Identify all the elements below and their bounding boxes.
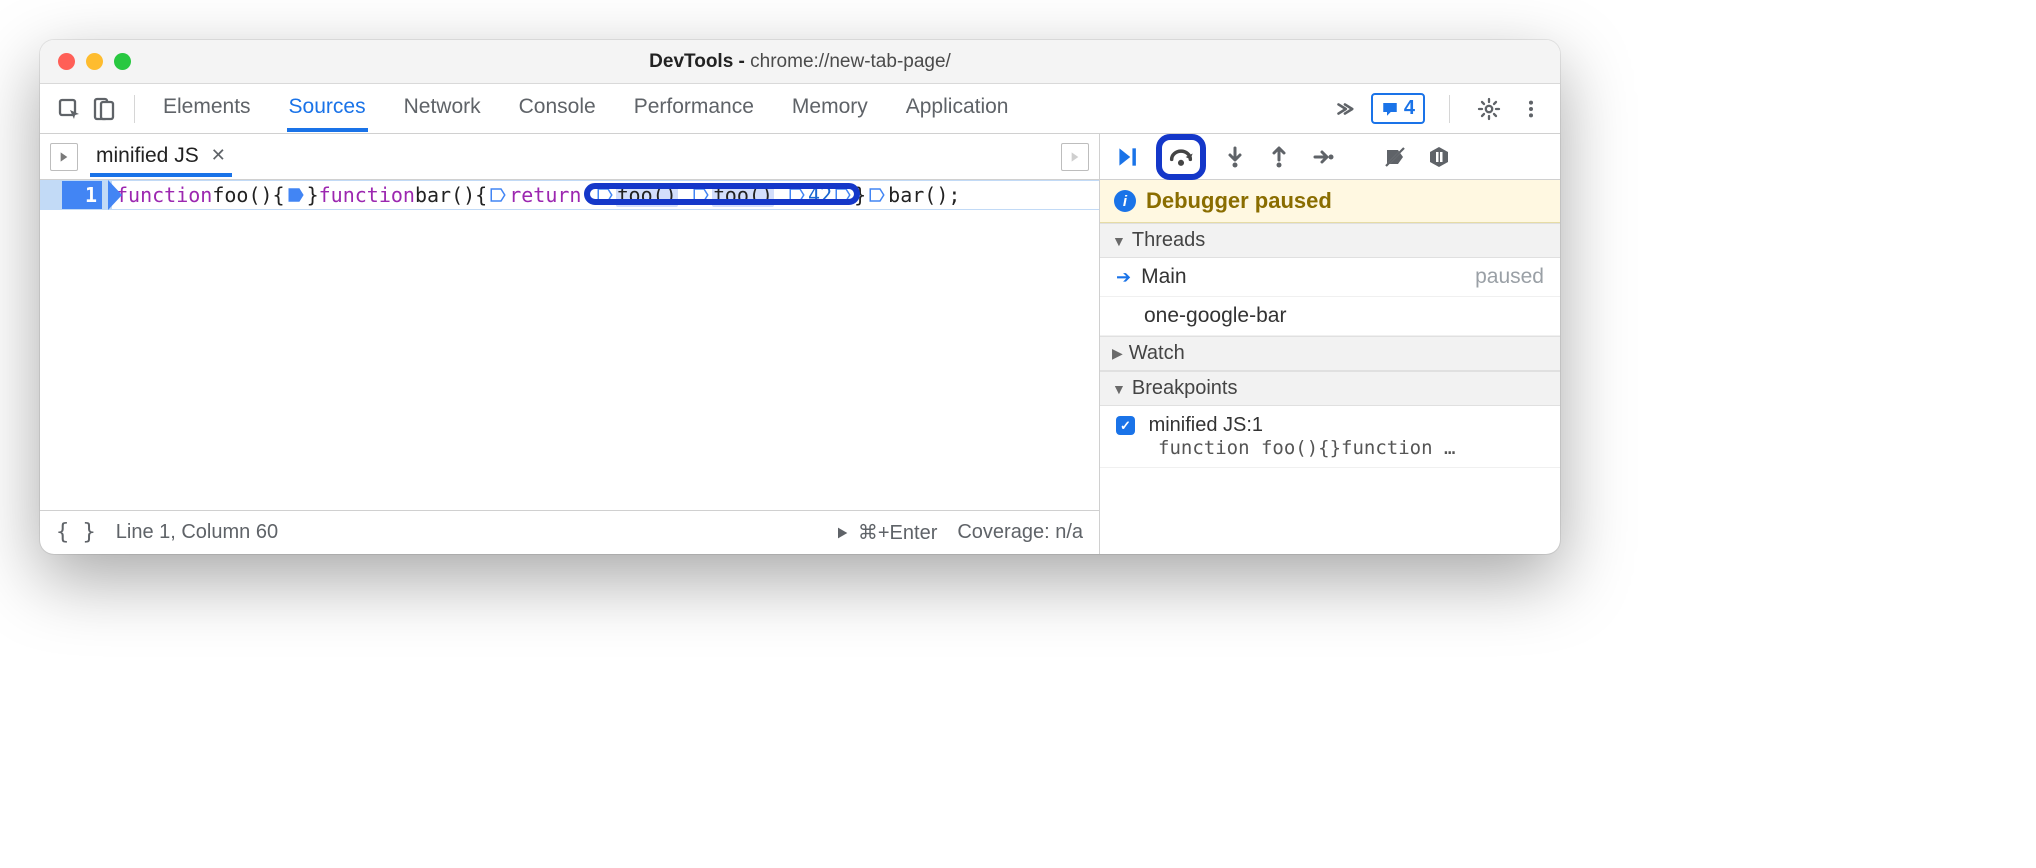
tab-memory[interactable]: Memory bbox=[790, 85, 870, 132]
main-toolbar: Elements Sources Network Console Perform… bbox=[40, 84, 1560, 134]
editor-statusbar: { } Line 1, Column 60 ⌘+Enter Coverage: … bbox=[40, 510, 1099, 554]
thread-row[interactable]: one-google-bar bbox=[1100, 297, 1560, 336]
breakpoint-candidate-icon[interactable] bbox=[489, 186, 507, 204]
window-title: DevTools - chrome://new-tab-page/ bbox=[40, 51, 1560, 73]
more-files-button[interactable] bbox=[1061, 143, 1089, 171]
step-over-button[interactable] bbox=[1166, 142, 1196, 172]
breakpoint-row[interactable]: ✓ minified JS:1 function foo(){}function… bbox=[1100, 406, 1560, 468]
code-line-1[interactable]: function foo(){ } function bar(){ return… bbox=[112, 183, 960, 207]
sources-editor-pane: minified JS ✕ 1 function foo(){ bbox=[40, 134, 1100, 554]
file-tab-label: minified JS bbox=[96, 144, 199, 168]
breakpoint-title: minified JS:1 bbox=[1149, 414, 1264, 436]
window-minimize-button[interactable] bbox=[86, 53, 103, 70]
paused-label: Debugger paused bbox=[1146, 188, 1332, 214]
line-gutter[interactable]: 1 bbox=[40, 181, 112, 209]
section-threads[interactable]: ▼ Threads bbox=[1100, 223, 1560, 258]
triangle-down-icon: ▼ bbox=[1112, 233, 1126, 249]
title-prefix: DevTools - bbox=[649, 51, 750, 72]
highlight-annotation bbox=[1156, 134, 1206, 180]
cursor-position: Line 1, Column 60 bbox=[116, 521, 278, 544]
message-icon bbox=[1381, 100, 1399, 118]
more-tabs-icon[interactable] bbox=[1329, 94, 1359, 124]
triangle-right-icon: ▶ bbox=[1112, 345, 1123, 362]
pretty-print-icon[interactable]: { } bbox=[56, 520, 96, 545]
line-number: 1 bbox=[62, 181, 102, 209]
deactivate-breakpoints-button[interactable] bbox=[1380, 142, 1410, 172]
window-zoom-button[interactable] bbox=[114, 53, 131, 70]
kebab-menu-icon[interactable] bbox=[1516, 94, 1546, 124]
step-out-button[interactable] bbox=[1264, 142, 1294, 172]
thread-row[interactable]: ➔ Main paused bbox=[1100, 258, 1560, 297]
breakpoint-snippet: function foo(){}function … bbox=[1116, 437, 1544, 459]
coverage-status: Coverage: n/a bbox=[957, 521, 1083, 544]
close-icon[interactable]: ✕ bbox=[211, 145, 226, 166]
tab-sources[interactable]: Sources bbox=[287, 85, 368, 132]
tab-network[interactable]: Network bbox=[402, 85, 483, 132]
breakpoint-candidate-icon[interactable] bbox=[692, 186, 710, 204]
tab-application[interactable]: Application bbox=[904, 85, 1011, 132]
messages-count: 4 bbox=[1404, 97, 1415, 120]
section-watch[interactable]: ▶ Watch bbox=[1100, 336, 1560, 371]
file-tab-strip: minified JS ✕ bbox=[40, 134, 1099, 180]
traffic-lights bbox=[40, 53, 131, 70]
inspect-element-icon[interactable] bbox=[54, 94, 84, 124]
pause-on-exceptions-button[interactable] bbox=[1424, 142, 1454, 172]
section-breakpoints[interactable]: ▼ Breakpoints bbox=[1100, 371, 1560, 406]
breakpoint-candidate-icon[interactable] bbox=[868, 186, 886, 204]
breakpoint-candidate-icon[interactable] bbox=[834, 186, 852, 204]
resume-button[interactable] bbox=[1112, 142, 1142, 172]
checkbox-checked-icon[interactable]: ✓ bbox=[1116, 416, 1135, 435]
info-icon: i bbox=[1114, 190, 1136, 212]
window-close-button[interactable] bbox=[58, 53, 75, 70]
run-snippet-hint: ⌘+Enter bbox=[834, 520, 937, 545]
file-tab[interactable]: minified JS ✕ bbox=[90, 137, 232, 177]
titlebar: DevTools - chrome://new-tab-page/ bbox=[40, 40, 1560, 84]
thread-name: Main bbox=[1141, 265, 1187, 289]
debugger-pane: i Debugger paused ▼ Threads ➔ Main pause… bbox=[1100, 134, 1560, 554]
tab-elements[interactable]: Elements bbox=[161, 85, 253, 132]
play-icon bbox=[834, 525, 850, 541]
title-url: chrome://new-tab-page/ bbox=[750, 51, 951, 72]
current-thread-arrow-icon: ➔ bbox=[1116, 267, 1131, 288]
execution-marker-icon bbox=[108, 180, 122, 210]
code-editor[interactable]: 1 function foo(){ } function bar(){ retu… bbox=[40, 180, 1099, 510]
thread-name: one-google-bar bbox=[1144, 304, 1286, 328]
console-messages-badge[interactable]: 4 bbox=[1371, 93, 1425, 124]
breakpoint-marker-icon[interactable] bbox=[287, 186, 305, 204]
triangle-down-icon: ▼ bbox=[1112, 381, 1126, 397]
debugger-paused-banner: i Debugger paused bbox=[1100, 180, 1560, 223]
show-navigator-button[interactable] bbox=[50, 143, 78, 171]
device-toolbar-icon[interactable] bbox=[88, 94, 118, 124]
debugger-toolbar bbox=[1100, 134, 1560, 180]
settings-icon[interactable] bbox=[1474, 94, 1504, 124]
panel-body: minified JS ✕ 1 function foo(){ bbox=[40, 134, 1560, 554]
step-into-button[interactable] bbox=[1220, 142, 1250, 172]
breakpoint-candidate-icon[interactable] bbox=[788, 186, 806, 204]
thread-status: paused bbox=[1475, 265, 1544, 289]
devtools-window: DevTools - chrome://new-tab-page/ Elemen… bbox=[40, 40, 1560, 554]
breakpoint-candidate-icon[interactable] bbox=[596, 186, 614, 204]
panel-tabs: Elements Sources Network Console Perform… bbox=[161, 85, 1010, 132]
step-button[interactable] bbox=[1308, 142, 1338, 172]
tab-performance[interactable]: Performance bbox=[632, 85, 756, 132]
tab-console[interactable]: Console bbox=[517, 85, 598, 132]
